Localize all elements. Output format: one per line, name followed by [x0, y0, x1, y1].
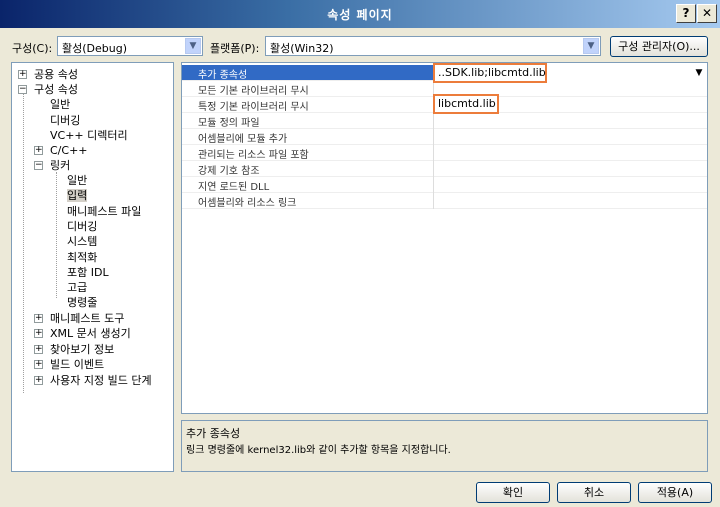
- property-name: 모듈 정의 파일: [198, 118, 260, 129]
- description-text: 링크 명령줄에 kernel32.lib와 같이 추가할 항목을 지정합니다.: [186, 445, 451, 456]
- additional-dependencies-value[interactable]: ..SDK.lib;libcmtd.lib: [433, 63, 547, 83]
- platform-label: 플랫폼(P):: [210, 42, 260, 55]
- config-dropdown[interactable]: 활성(Debug) ▼: [57, 36, 203, 56]
- platform-dropdown[interactable]: 활성(Win32) ▼: [265, 36, 601, 56]
- title-bar: 속성 페이지 ? ✕: [0, 0, 720, 28]
- tree-item-debugging[interactable]: 디버깅: [50, 113, 80, 128]
- property-row[interactable]: 관리되는 리소스 파일 포함: [182, 145, 707, 161]
- tree-item-manifest-tool[interactable]: + 매니페스트 도구: [34, 311, 124, 326]
- chevron-down-icon[interactable]: ▼: [693, 67, 705, 79]
- property-name: 지연 로드된 DLL: [198, 182, 270, 193]
- property-grid: 추가 종속성 ▼ 모든 기본 라이브러리 무시 특정 기본 라이브러리 무시 모…: [181, 62, 708, 414]
- tree-item-linker-debugging[interactable]: 디버깅: [67, 219, 97, 234]
- tree-item-build-events[interactable]: + 빌드 이벤트: [34, 357, 104, 372]
- property-name: 어셈블리와 리소스 링크: [198, 198, 297, 209]
- cancel-button[interactable]: 취소: [557, 482, 631, 503]
- description-pane: 추가 종속성 링크 명령줄에 kernel32.lib와 같이 추가할 항목을 …: [181, 420, 708, 472]
- ok-button[interactable]: 확인: [476, 482, 550, 503]
- property-name: 관리되는 리소스 파일 포함: [198, 150, 309, 161]
- tree-item-linker-optimization[interactable]: 최적화: [67, 250, 97, 265]
- tree-item-config[interactable]: − 구성 속성: [18, 82, 78, 97]
- window-title: 속성 페이지: [327, 8, 393, 22]
- property-name: 특정 기본 라이브러리 무시: [198, 102, 309, 113]
- tree-item-linker-general[interactable]: 일반: [67, 173, 87, 188]
- property-row[interactable]: 지연 로드된 DLL: [182, 177, 707, 193]
- property-name: 어셈블리에 모듈 추가: [198, 134, 288, 145]
- description-title: 추가 종속성: [186, 427, 241, 440]
- config-manager-button[interactable]: 구성 관리자(O)...: [610, 36, 708, 57]
- help-button[interactable]: ?: [676, 4, 696, 23]
- property-name: 강제 기호 참조: [198, 166, 260, 177]
- apply-button[interactable]: 적용(A): [638, 482, 712, 503]
- category-tree: + 공용 속성 − 구성 속성 일반 디버깅 VC++ 디렉터리 + C/C++ − 링…: [11, 62, 174, 472]
- platform-value: 활성(Win32): [270, 42, 334, 55]
- chevron-down-icon[interactable]: ▼: [185, 38, 201, 54]
- tree-line: [56, 172, 57, 298]
- config-value: 활성(Debug): [62, 42, 127, 55]
- tree-item-cc[interactable]: + C/C++: [34, 143, 88, 158]
- property-name: 추가 종속성: [198, 70, 248, 81]
- tree-item-common[interactable]: + 공용 속성: [18, 67, 78, 82]
- chevron-down-icon[interactable]: ▼: [583, 38, 599, 54]
- tree-item-linker-system[interactable]: 시스템: [67, 234, 97, 249]
- tree-item-linker-idl[interactable]: 포함 IDL: [67, 265, 109, 280]
- ignore-specific-library-value[interactable]: libcmtd.lib: [433, 94, 499, 114]
- tree-item-linker-advanced[interactable]: 고급: [67, 280, 87, 295]
- tree-item-vcdirs[interactable]: VC++ 디렉터리: [50, 128, 128, 143]
- property-row[interactable]: 어셈블리와 리소스 링크: [182, 193, 707, 209]
- tree-item-linker-cmdline[interactable]: 명령줄: [67, 295, 97, 310]
- tree-item-general[interactable]: 일반: [50, 97, 70, 112]
- tree-item-linker[interactable]: − 링커: [34, 158, 70, 173]
- tree-line: [23, 93, 24, 393]
- tree-item-xml-doc[interactable]: + XML 문서 생성기: [34, 326, 131, 341]
- config-label: 구성(C):: [12, 42, 53, 55]
- tree-item-custom-build[interactable]: + 사용자 지정 빌드 단계: [34, 373, 152, 388]
- property-row[interactable]: 어셈블리에 모듈 추가: [182, 129, 707, 145]
- tree-item-browse-info[interactable]: + 찾아보기 정보: [34, 342, 114, 357]
- property-name: 모든 기본 라이브러리 무시: [198, 86, 309, 97]
- tree-item-linker-manifest[interactable]: 매니페스트 파일: [67, 204, 141, 219]
- property-row[interactable]: 강제 기호 참조: [182, 161, 707, 177]
- close-button[interactable]: ✕: [697, 4, 717, 23]
- tree-item-linker-input[interactable]: 입력: [67, 188, 88, 203]
- property-row[interactable]: 모듈 정의 파일: [182, 113, 707, 129]
